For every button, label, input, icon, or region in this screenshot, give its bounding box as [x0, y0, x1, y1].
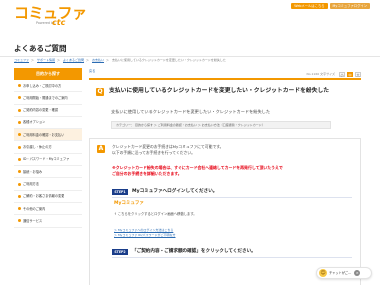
divider: [112, 257, 352, 258]
bullet-icon: [18, 108, 21, 112]
bullet-icon: [18, 145, 21, 149]
sidebar-item-label: ご解約・お客さま情報の変更: [23, 194, 65, 199]
bullet-icon: [18, 157, 21, 161]
step1-title: Myコミュファへログインしてください。: [132, 189, 218, 194]
sidebar-item[interactable]: 各種オプション: [14, 116, 82, 130]
sidebar-item-label: その他のご案内: [23, 206, 46, 211]
breadcrumb-item[interactable]: コミュファ: [14, 58, 29, 62]
font-size-control: No.1160 文字サイズ 小 中 大: [307, 72, 361, 77]
warning-text: ※クレジットカード紛失の場合は、すぐにカード会社へ連絡してカードを再発行して頂い…: [112, 165, 283, 170]
category-path: カテゴリー： 目的から探す ＞ ご利用料金の確認・お支払い ＞ お支払い方法（口…: [111, 121, 331, 129]
breadcrumb-item[interactable]: サポート情報: [37, 58, 55, 62]
sidebar-item-label: お申し込み・ご検討中の方: [23, 83, 62, 88]
breadcrumb-item[interactable]: よくあるご質問: [63, 58, 84, 62]
breadcrumb-current: 支払いに使用しているクレジットカードを変更したい・クレジットカードを紛失した: [112, 58, 226, 62]
brand-ctc: ctc: [52, 18, 66, 27]
bullet-icon: [18, 219, 21, 223]
sidebar-item[interactable]: お引越し・休止の方: [14, 141, 82, 154]
sidebar-item-label: 通信サービス: [23, 218, 43, 223]
sidebar-item[interactable]: ご解約・お客さま情報の変更: [14, 190, 82, 203]
page-title: よくあるご質問: [14, 44, 67, 53]
sidebar-item[interactable]: ID・パスワード・Myコミュファ: [14, 153, 82, 167]
bullet-icon: [18, 121, 21, 125]
sidebar-item[interactable]: 接続・お悩み: [14, 166, 82, 179]
bullet-icon: [18, 170, 21, 174]
chat-bot-icon: ☺: [319, 269, 327, 277]
sidebar-item-label: ご利用方法: [23, 181, 39, 186]
question-meta: No.1160 文字サイズ: [306, 71, 335, 76]
sidebar-item-label: ご利用料金の確認・お支払い: [23, 132, 65, 137]
sidebar-item[interactable]: ご利用方法: [14, 178, 82, 191]
bullet-icon: [18, 194, 21, 198]
step1-note: ↑ こちらをクリックするとログイン画面へ移動します。: [114, 212, 197, 216]
step2-badge: STEP2: [112, 249, 128, 255]
step2-title: 「ご契約内容・ご請求額の確認」をクリックしてください。: [132, 249, 256, 254]
bullet-icon: [18, 96, 21, 100]
sidebar-heading: 目的から探す: [14, 68, 82, 80]
sidebar-item-label: ID・パスワード・Myコミュファ: [23, 157, 70, 162]
site-header: コミュファ Powered by ctc Webメールはこちら Myコミュファロ…: [0, 0, 380, 38]
main-content: 戻る No.1160 文字サイズ 小 中 大 Q 支払いに使用しているクレジット…: [89, 68, 361, 285]
warning-text: ご自分のお手続きを詳細いただきます。: [112, 171, 182, 176]
breadcrumb: コミュファ＞ サポート情報＞ よくあるご質問＞ お支払い＞ 支払いに使用している…: [14, 58, 226, 62]
question-title: 支払いに使用しているクレジットカードを変更したい・クレジットカードを紛失した: [109, 88, 330, 94]
font-large-button[interactable]: 大: [355, 72, 361, 77]
divider: [0, 56, 380, 57]
sidebar-item-label: ご利用開始・開通までのご案内: [23, 95, 68, 100]
webmail-link[interactable]: Webメールはこちら: [291, 3, 328, 10]
back-link[interactable]: 戻る: [89, 69, 95, 73]
brand-name: コミュファ: [14, 4, 87, 22]
header-links: Webメールはこちら Myコミュファログイン: [291, 3, 370, 10]
question-header: No.1160 文字サイズ 小 中 大 Q 支払いに使用しているクレジットカード…: [89, 72, 361, 102]
sidebar-item[interactable]: 通信サービス: [14, 215, 82, 228]
brand-logo[interactable]: コミュファ Powered by ctc: [14, 4, 87, 28]
sidebar-item[interactable]: ご利用開始・開通までのご案内: [14, 92, 82, 105]
question-text: 支払いに使用しているクレジットカードを変更したい・クレジットカードを紛失した: [111, 109, 271, 114]
chat-label: チャットがご…: [329, 270, 352, 275]
sidebar: 目的から探す お申し込み・ご検討中の方 ご利用開始・開通までのご案内 ご契約内容…: [14, 68, 82, 228]
font-medium-button[interactable]: 中: [347, 72, 353, 77]
sidebar-item[interactable]: その他のご案内: [14, 202, 82, 216]
answer-text: 以下の手順に沿ってお手続きを行ってください。: [112, 150, 195, 155]
chat-widget[interactable]: ☺ チャットがご… ×: [316, 267, 372, 279]
bullet-icon: [18, 84, 21, 88]
breadcrumb-item[interactable]: お支払い: [92, 58, 104, 62]
id-password-help-link[interactable]: ＞ Myコミュファ ID/パスワードがご不明な方: [114, 233, 175, 238]
mycommufa-login-link[interactable]: Myコミュファログイン: [329, 3, 370, 10]
sidebar-item-label: お引越し・休止の方: [23, 145, 52, 150]
sidebar-item-label: 各種オプション: [23, 120, 46, 125]
bullet-icon: [18, 133, 21, 137]
sidebar-item[interactable]: ご契約内容の変更・確認: [14, 104, 82, 117]
close-icon[interactable]: ×: [354, 270, 361, 276]
answer-box: A クレジットカード変更のお手続きはMyコミュファにて可能です。 以下の手順に沿…: [89, 138, 361, 285]
bullet-icon: [18, 182, 21, 186]
sidebar-item-active[interactable]: ご利用料金の確認・お支払い: [14, 129, 82, 142]
step1-badge: STEP1: [112, 189, 128, 195]
sidebar-item-label: 接続・お悩み: [23, 169, 43, 174]
answer-icon: A: [97, 145, 105, 153]
sidebar-item-label: ご契約内容の変更・確認: [23, 108, 59, 113]
mycommufa-logo[interactable]: Myコミュファ: [114, 201, 144, 207]
question-icon: Q: [96, 88, 104, 96]
font-small-button[interactable]: 小: [339, 72, 345, 77]
bullet-icon: [18, 207, 21, 211]
divider: [112, 197, 352, 198]
sidebar-item[interactable]: お申し込み・ご検討中の方: [14, 80, 82, 93]
